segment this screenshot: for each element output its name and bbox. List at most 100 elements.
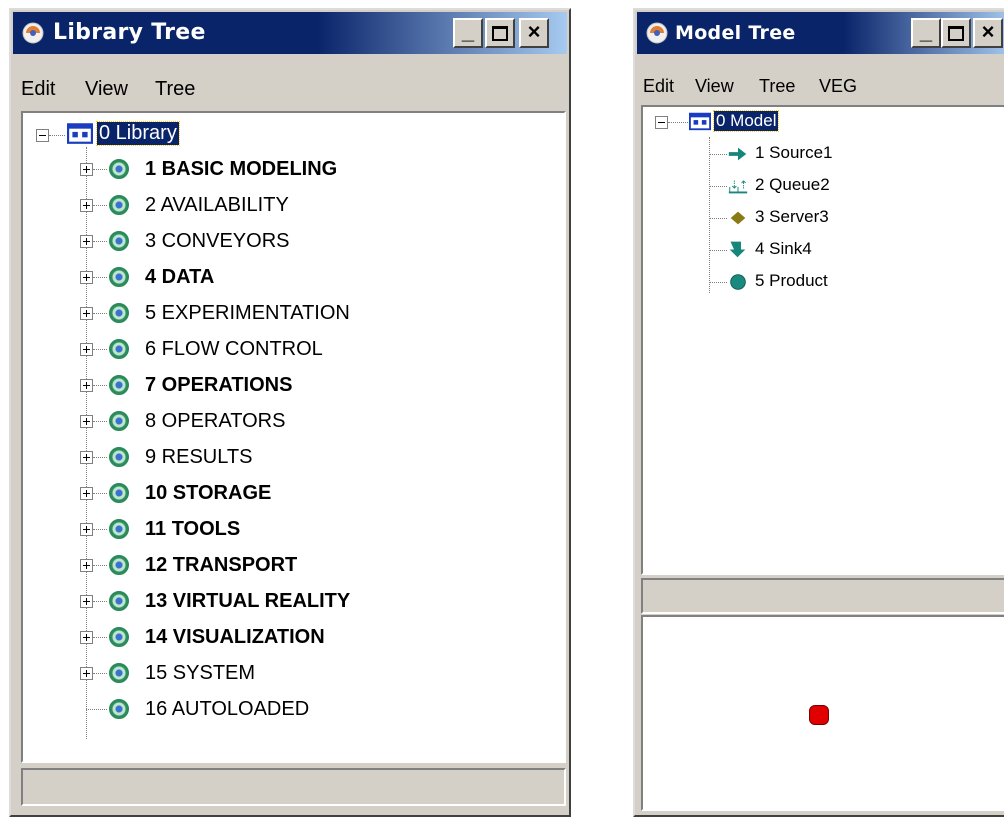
- library-folder-icon: [109, 375, 129, 395]
- tree-item[interactable]: 4 DATA: [23, 261, 553, 293]
- server-diamond-icon: [730, 211, 746, 225]
- expand-icon[interactable]: [80, 667, 93, 680]
- tree-item-label: 2 Queue2: [755, 175, 830, 194]
- tree-root-row[interactable]: 0 Library: [23, 117, 553, 149]
- expand-icon[interactable]: [80, 271, 93, 284]
- tree-item-label: 7 OPERATIONS: [145, 374, 293, 396]
- expand-icon[interactable]: [80, 379, 93, 392]
- tree-item-label: 9 RESULTS: [145, 446, 253, 468]
- library-folder-icon: [109, 483, 129, 503]
- tree-item[interactable]: 16 AUTOLOADED: [23, 693, 553, 725]
- tree-item[interactable]: 13 VIRTUAL REALITY: [23, 585, 553, 617]
- model-menu-bar: Edit View Tree VEG: [643, 76, 1003, 102]
- minimize-icon: _: [461, 19, 475, 44]
- product-circle-icon: [730, 274, 746, 290]
- expand-icon[interactable]: [80, 415, 93, 428]
- tree-item-label: 4 Sink4: [755, 239, 812, 258]
- model-root-icon: [689, 112, 711, 131]
- tree-item[interactable]: 5 EXPERIMENTATION: [23, 297, 553, 329]
- sink-arrow-icon: [729, 241, 746, 258]
- tree-item[interactable]: 1 Source1: [643, 139, 1003, 171]
- model-preview-pane[interactable]: [641, 615, 1004, 811]
- tree-item-label: 1 Source1: [755, 143, 833, 162]
- tree-item[interactable]: 14 VISUALIZATION: [23, 621, 553, 653]
- window-title: Library Tree: [53, 20, 206, 45]
- tree-item[interactable]: 4 Sink4: [643, 235, 1003, 267]
- model-title-bar[interactable]: Model Tree _ ×: [637, 12, 1004, 54]
- window-title: Model Tree: [675, 22, 796, 44]
- expand-icon[interactable]: [80, 451, 93, 464]
- library-title-bar[interactable]: Library Tree _ ×: [13, 12, 567, 54]
- maximize-button[interactable]: [941, 18, 971, 48]
- tree-item[interactable]: 3 CONVEYORS: [23, 225, 553, 257]
- app-icon: [22, 22, 44, 44]
- tree-item-label: 1 BASIC MODELING: [145, 158, 338, 180]
- expand-icon[interactable]: [80, 307, 93, 320]
- tree-root-row[interactable]: 0 Model: [643, 107, 1003, 139]
- root-label: 0 Library: [96, 121, 180, 146]
- tree-item[interactable]: 2 AVAILABILITY: [23, 189, 553, 221]
- library-folder-icon: [109, 699, 129, 719]
- root-label: 0 Model: [712, 110, 780, 132]
- tree-item[interactable]: 7 OPERATIONS: [23, 369, 553, 401]
- expand-icon[interactable]: [80, 343, 93, 356]
- menu-view[interactable]: View: [85, 78, 128, 101]
- collapse-icon[interactable]: [655, 116, 668, 129]
- library-folder-icon: [109, 339, 129, 359]
- library-folder-icon: [109, 447, 129, 467]
- product-preview-dot: [809, 705, 829, 725]
- menu-tree[interactable]: Tree: [155, 78, 195, 101]
- expand-icon[interactable]: [80, 487, 93, 500]
- menu-veg[interactable]: VEG: [819, 76, 857, 97]
- model-tree-pane[interactable]: 0 Model 1 Source1 ⇣⇡ 2 Queue2 3 Server3 4 Si…: [641, 105, 1004, 575]
- expand-icon[interactable]: [80, 595, 93, 608]
- expand-icon[interactable]: [80, 559, 93, 572]
- tree-item-label: 4 DATA: [145, 266, 215, 288]
- tree-item[interactable]: 9 RESULTS: [23, 441, 553, 473]
- library-folder-icon: [109, 159, 129, 179]
- maximize-button[interactable]: [485, 18, 515, 48]
- menu-edit[interactable]: Edit: [643, 76, 674, 97]
- tree-item[interactable]: 3 Server3: [643, 203, 1003, 235]
- minimize-icon: _: [919, 19, 933, 44]
- tree-item-label: 5 EXPERIMENTATION: [145, 302, 350, 324]
- tree-item[interactable]: 12 TRANSPORT: [23, 549, 553, 581]
- tree-item[interactable]: 11 TOOLS: [23, 513, 553, 545]
- menu-tree[interactable]: Tree: [759, 76, 795, 97]
- tree-item-label: 13 VIRTUAL REALITY: [145, 590, 351, 612]
- menu-view[interactable]: View: [695, 76, 734, 97]
- tree-item-label: 14 VISUALIZATION: [145, 626, 325, 648]
- tree-item[interactable]: 5 Product: [643, 267, 1003, 299]
- library-folder-icon: [109, 627, 129, 647]
- library-folder-icon: [109, 519, 129, 539]
- minimize-button[interactable]: _: [911, 18, 941, 48]
- library-tree-pane[interactable]: 0 Library 1 BASIC MODELING 2 AVAILABILITY…: [21, 111, 566, 763]
- minimize-button[interactable]: _: [453, 18, 483, 48]
- close-button[interactable]: ×: [519, 18, 549, 48]
- source-arrow-icon: [728, 147, 747, 161]
- tree-item[interactable]: 10 STORAGE: [23, 477, 553, 509]
- expand-icon[interactable]: [80, 631, 93, 644]
- expand-icon[interactable]: [80, 523, 93, 536]
- tree-item-label: 12 TRANSPORT: [145, 554, 298, 576]
- tree-item[interactable]: 6 FLOW CONTROL: [23, 333, 553, 365]
- library-folder-icon: [109, 591, 129, 611]
- tree-item-label: 16 AUTOLOADED: [145, 698, 310, 720]
- collapse-icon[interactable]: [36, 129, 49, 142]
- tree-item-label: 5 Product: [755, 271, 828, 290]
- library-root-icon: [67, 123, 93, 144]
- expand-icon[interactable]: [80, 199, 93, 212]
- close-button[interactable]: ×: [973, 18, 1003, 48]
- tree-item[interactable]: 15 SYSTEM: [23, 657, 553, 689]
- menu-edit[interactable]: Edit: [21, 78, 55, 101]
- library-folder-icon: [109, 303, 129, 323]
- expand-icon[interactable]: [80, 163, 93, 176]
- svg-text:⇣⇡: ⇣⇡: [730, 179, 748, 192]
- model-tree-window: Model Tree _ × Edit View Tree VEG 0 Mode…: [633, 8, 1004, 817]
- tree-item[interactable]: 1 BASIC MODELING: [23, 153, 553, 185]
- tree-item[interactable]: ⇣⇡ 2 Queue2: [643, 171, 1003, 203]
- tree-item[interactable]: 8 OPERATORS: [23, 405, 553, 437]
- expand-icon[interactable]: [80, 235, 93, 248]
- tree-item-label: 15 SYSTEM: [145, 662, 256, 684]
- close-icon: ×: [527, 19, 541, 44]
